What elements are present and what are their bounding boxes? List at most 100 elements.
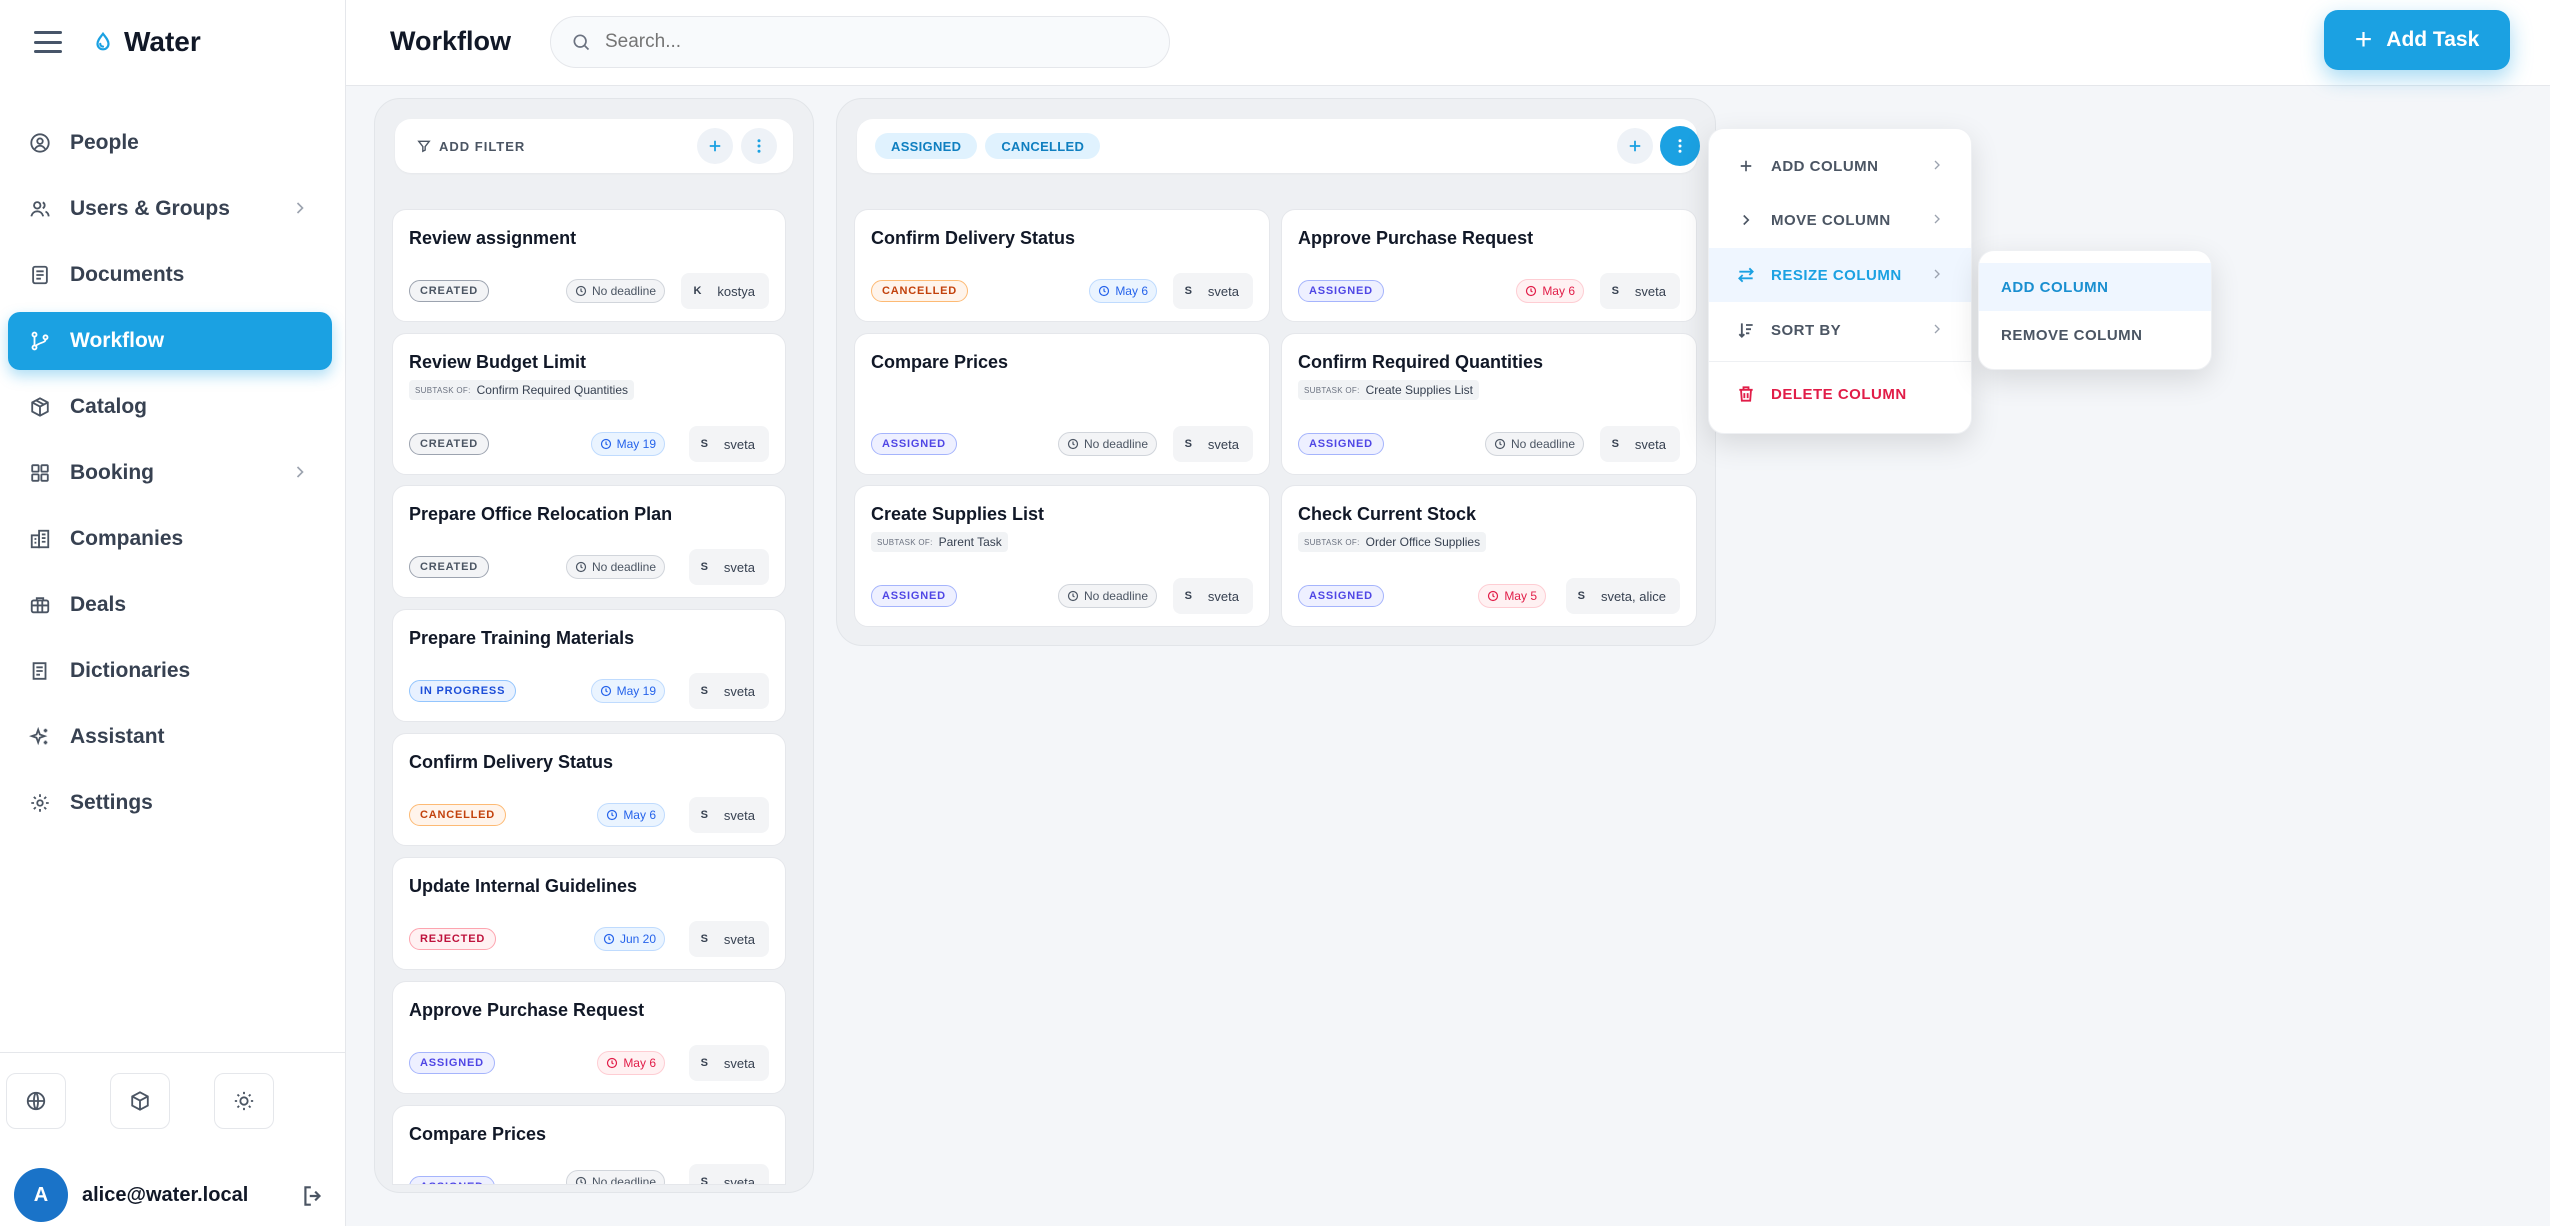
task-card[interactable]: Confirm Delivery Status CANCELLED May 6 … bbox=[854, 209, 1270, 322]
brand: Water bbox=[34, 24, 201, 60]
sidebar-item-settings[interactable]: Settings bbox=[8, 774, 332, 832]
assignee-chip[interactable]: Ssveta, alice bbox=[1565, 578, 1680, 614]
subtask-prefix: SUBTASK OF: bbox=[1304, 537, 1360, 547]
subtask-prefix: SUBTASK OF: bbox=[877, 537, 933, 547]
due-date-badge: May 6 bbox=[597, 1051, 665, 1075]
assignee-initial: S bbox=[700, 1057, 708, 1069]
assignee-chip[interactable]: Ssveta bbox=[688, 1045, 769, 1081]
sidebar-item-booking[interactable]: Booking bbox=[8, 444, 332, 502]
assignee-initial: S bbox=[700, 809, 708, 821]
assignee-chip[interactable]: Ssveta bbox=[688, 797, 769, 833]
task-card[interactable]: Approve Purchase Request ASSIGNED May 6 … bbox=[1281, 209, 1697, 322]
task-card[interactable]: Compare Prices ASSIGNED No deadline Ssve… bbox=[854, 333, 1270, 475]
task-title: Compare Prices bbox=[871, 352, 1009, 372]
assignee-name: kostya bbox=[717, 283, 755, 299]
due-date-badge: No deadline bbox=[1057, 432, 1157, 456]
sidebar-item-documents[interactable]: Documents bbox=[8, 246, 332, 304]
add-filter-button[interactable]: ADD FILTER bbox=[417, 139, 525, 154]
menu-item-sort-by[interactable]: SORT BY bbox=[1709, 303, 1971, 357]
clock-icon bbox=[603, 933, 615, 945]
sidebar-item-label: Users & Groups bbox=[70, 197, 230, 220]
sidebar-item-workflow[interactable]: Workflow bbox=[8, 312, 332, 370]
task-card[interactable]: Prepare Office Relocation Plan CREATED N… bbox=[392, 485, 786, 598]
building-icon bbox=[28, 527, 52, 551]
menu-toggle-icon[interactable] bbox=[34, 31, 62, 53]
filter-chip[interactable]: CANCELLED bbox=[985, 133, 1101, 159]
task-card[interactable]: Compare Prices ASSIGNED No deadline Ssve… bbox=[392, 1105, 786, 1185]
chevron-right-icon bbox=[1934, 324, 1940, 334]
sidebar-item-people[interactable]: People bbox=[8, 114, 332, 172]
assignee-name: sveta bbox=[1207, 436, 1239, 452]
assignee-chip[interactable]: Ssveta bbox=[1172, 578, 1253, 614]
subtask-of-tag: SUBTASK OF: Order Office Supplies bbox=[1298, 532, 1487, 552]
sidebar-item-label: Companies bbox=[70, 527, 184, 550]
clock-icon bbox=[607, 809, 618, 821]
assignee-name: sveta bbox=[1207, 588, 1239, 604]
task-card[interactable]: Confirm Required Quantities SUBTASK OF: C… bbox=[1281, 333, 1697, 475]
sidebar-item-users-groups[interactable]: Users & Groups bbox=[8, 180, 332, 238]
assignee-chip[interactable]: Kkostya bbox=[681, 273, 769, 309]
submenu-item-remove-column[interactable]: REMOVE COLUMN bbox=[1979, 311, 2211, 359]
search-input[interactable] bbox=[605, 31, 1125, 53]
more-vertical-icon bbox=[1678, 139, 1682, 153]
parent-task-name: Confirm Required Quantities bbox=[476, 383, 629, 397]
status-badge: CREATED bbox=[409, 433, 489, 455]
status-badge: IN PROGRESS bbox=[409, 680, 517, 702]
menu-item-resize-column[interactable]: RESIZE COLUMN bbox=[1709, 248, 1971, 302]
task-card[interactable]: Check Current Stock SUBTASK OF: Order Off… bbox=[1281, 485, 1697, 627]
menu-item-move-column[interactable]: MOVE COLUMN bbox=[1709, 193, 1971, 247]
column-toolbar: ASSIGNED CANCELLED bbox=[857, 119, 1700, 173]
menu-divider bbox=[1709, 361, 1971, 362]
theme-toggle-button[interactable] bbox=[214, 1073, 274, 1129]
assignee-chip[interactable]: Ssveta bbox=[688, 426, 769, 462]
sidebar-item-deals[interactable]: Deals bbox=[8, 576, 332, 634]
task-card[interactable]: Confirm Delivery Status CANCELLED May 6 … bbox=[392, 733, 786, 846]
search-bar[interactable] bbox=[550, 16, 1170, 68]
status-badge: ASSIGNED bbox=[1298, 280, 1384, 302]
assignee-chip[interactable]: Ssveta bbox=[1599, 426, 1680, 462]
submenu-item-add-column[interactable]: ADD COLUMN bbox=[1979, 263, 2211, 311]
task-card[interactable]: Review Budget Limit SUBTASK OF: Confirm R… bbox=[392, 333, 786, 475]
menu-item-add-column[interactable]: ADD COLUMN bbox=[1709, 139, 1971, 193]
sidebar-item-assistant[interactable]: Assistant bbox=[8, 708, 332, 766]
sidebar-item-catalog[interactable]: Catalog bbox=[8, 378, 332, 436]
sidebar-item-companies[interactable]: Companies bbox=[8, 510, 332, 568]
clock-icon bbox=[575, 561, 587, 573]
menu-item-delete-column[interactable]: DELETE COLUMN bbox=[1709, 367, 1971, 421]
column-menu-button[interactable] bbox=[741, 128, 777, 164]
task-card[interactable]: Approve Purchase Request ASSIGNED May 6 … bbox=[392, 981, 786, 1094]
clock-icon bbox=[1099, 285, 1110, 297]
user-profile[interactable]: A alice@water.local bbox=[14, 1167, 334, 1223]
task-card[interactable]: Update Internal Guidelines REJECTED Jun … bbox=[392, 857, 786, 970]
due-date-badge: May 19 bbox=[590, 432, 665, 456]
add-card-button[interactable] bbox=[1617, 128, 1653, 164]
assignee-name: sveta bbox=[723, 436, 755, 452]
filter-chip[interactable]: ASSIGNED bbox=[875, 133, 978, 159]
assignee-chip[interactable]: Ssveta bbox=[688, 673, 769, 709]
assignee-chip[interactable]: Ssveta bbox=[1172, 426, 1253, 462]
assignee-chip[interactable]: Ssveta bbox=[1599, 273, 1680, 309]
add-card-button[interactable] bbox=[697, 128, 733, 164]
add-task-button[interactable]: + Add Task bbox=[2324, 10, 2510, 70]
task-card[interactable]: Create Supplies List SUBTASK OF: Parent T… bbox=[854, 485, 1270, 627]
task-card[interactable]: Prepare Training Materials IN PROGRESS M… bbox=[392, 609, 786, 722]
assignee-chip[interactable]: Ssveta bbox=[688, 921, 769, 957]
assignee-chip[interactable]: Ssveta bbox=[1172, 273, 1253, 309]
task-card[interactable]: Review assignment CREATED No deadline Kk… bbox=[392, 209, 786, 322]
sidebar-item-label: Catalog bbox=[70, 395, 148, 418]
assignee-chip[interactable]: Ssveta bbox=[688, 1164, 769, 1184]
assignee-chip[interactable]: Ssveta bbox=[688, 549, 769, 585]
due-date-badge: May 6 bbox=[597, 803, 665, 827]
logout-icon[interactable] bbox=[300, 1183, 326, 1209]
clock-icon bbox=[1494, 438, 1506, 450]
column-menu-button[interactable] bbox=[1660, 126, 1700, 166]
sidebar-item-label: People bbox=[70, 131, 139, 154]
due-date-badge: Jun 20 bbox=[593, 927, 665, 951]
sidebar-item-label: Documents bbox=[70, 263, 185, 286]
task-title: Check Current Stock bbox=[1298, 504, 1477, 524]
clock-icon bbox=[1067, 438, 1079, 450]
language-button[interactable] bbox=[6, 1073, 66, 1129]
sidebar-item-dictionaries[interactable]: Dictionaries bbox=[8, 642, 332, 700]
filter-icon bbox=[417, 140, 431, 153]
modules-button[interactable] bbox=[110, 1073, 170, 1129]
